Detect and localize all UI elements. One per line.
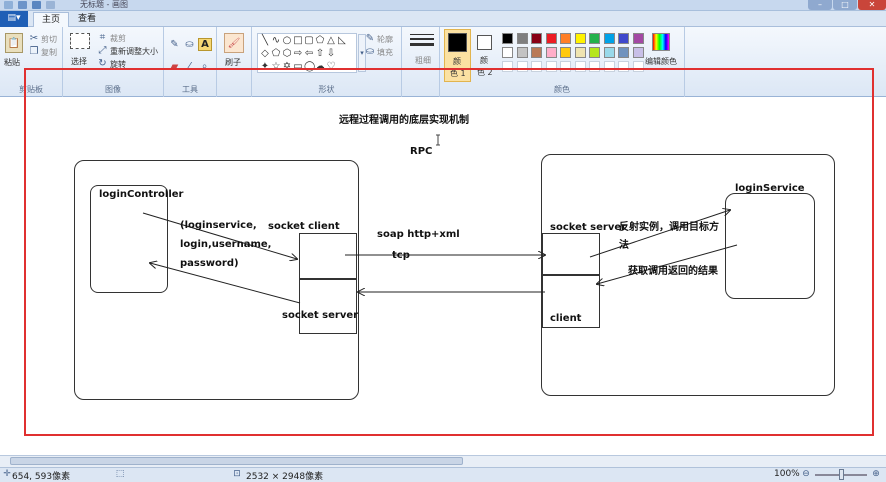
- diagram-title: 远程过程调用的底层实现机制: [339, 115, 469, 126]
- zoom-level: 100%: [774, 469, 800, 479]
- login-service-label: loginService: [735, 183, 805, 194]
- socket-server-left-label: socket server: [282, 310, 359, 321]
- client-label: client: [550, 313, 582, 324]
- horizontal-scroll-thumb[interactable]: [10, 457, 463, 465]
- cursor-position: 654, 593像素: [12, 472, 71, 482]
- diagram-arrows: [142, 134, 738, 304]
- params-line3: password): [180, 258, 239, 269]
- params-line1: (loginservice,: [180, 220, 257, 231]
- socket-client-label: socket client: [268, 221, 340, 232]
- rpc-label: RPC: [410, 146, 433, 157]
- selection-size-icon: ⬚: [115, 469, 125, 479]
- result-label: 获取调用返回的结果: [628, 266, 718, 277]
- login-controller-label: loginController: [99, 189, 184, 200]
- soap-label: soap http+xml: [377, 229, 460, 240]
- zoom-slider-thumb[interactable]: [839, 469, 844, 480]
- zoom-out-button[interactable]: ⊖: [801, 469, 811, 479]
- zoom-in-button[interactable]: ⊕: [871, 469, 881, 479]
- result-arrow: [150, 263, 301, 304]
- reflect-label-line2: 法: [619, 240, 629, 251]
- image-size-icon: ⊡: [233, 469, 241, 479]
- reflect-label-line1: 反射实例，调用目标方: [619, 222, 719, 233]
- image-dimensions: 2532 × 2948像素: [246, 472, 324, 482]
- status-bar: [0, 467, 886, 482]
- socket-server-right-label: socket server: [550, 222, 627, 233]
- params-line2: login,username,: [180, 239, 272, 250]
- tcp-label: tcp: [392, 250, 410, 261]
- cursor-position-icon: ✛: [3, 469, 11, 479]
